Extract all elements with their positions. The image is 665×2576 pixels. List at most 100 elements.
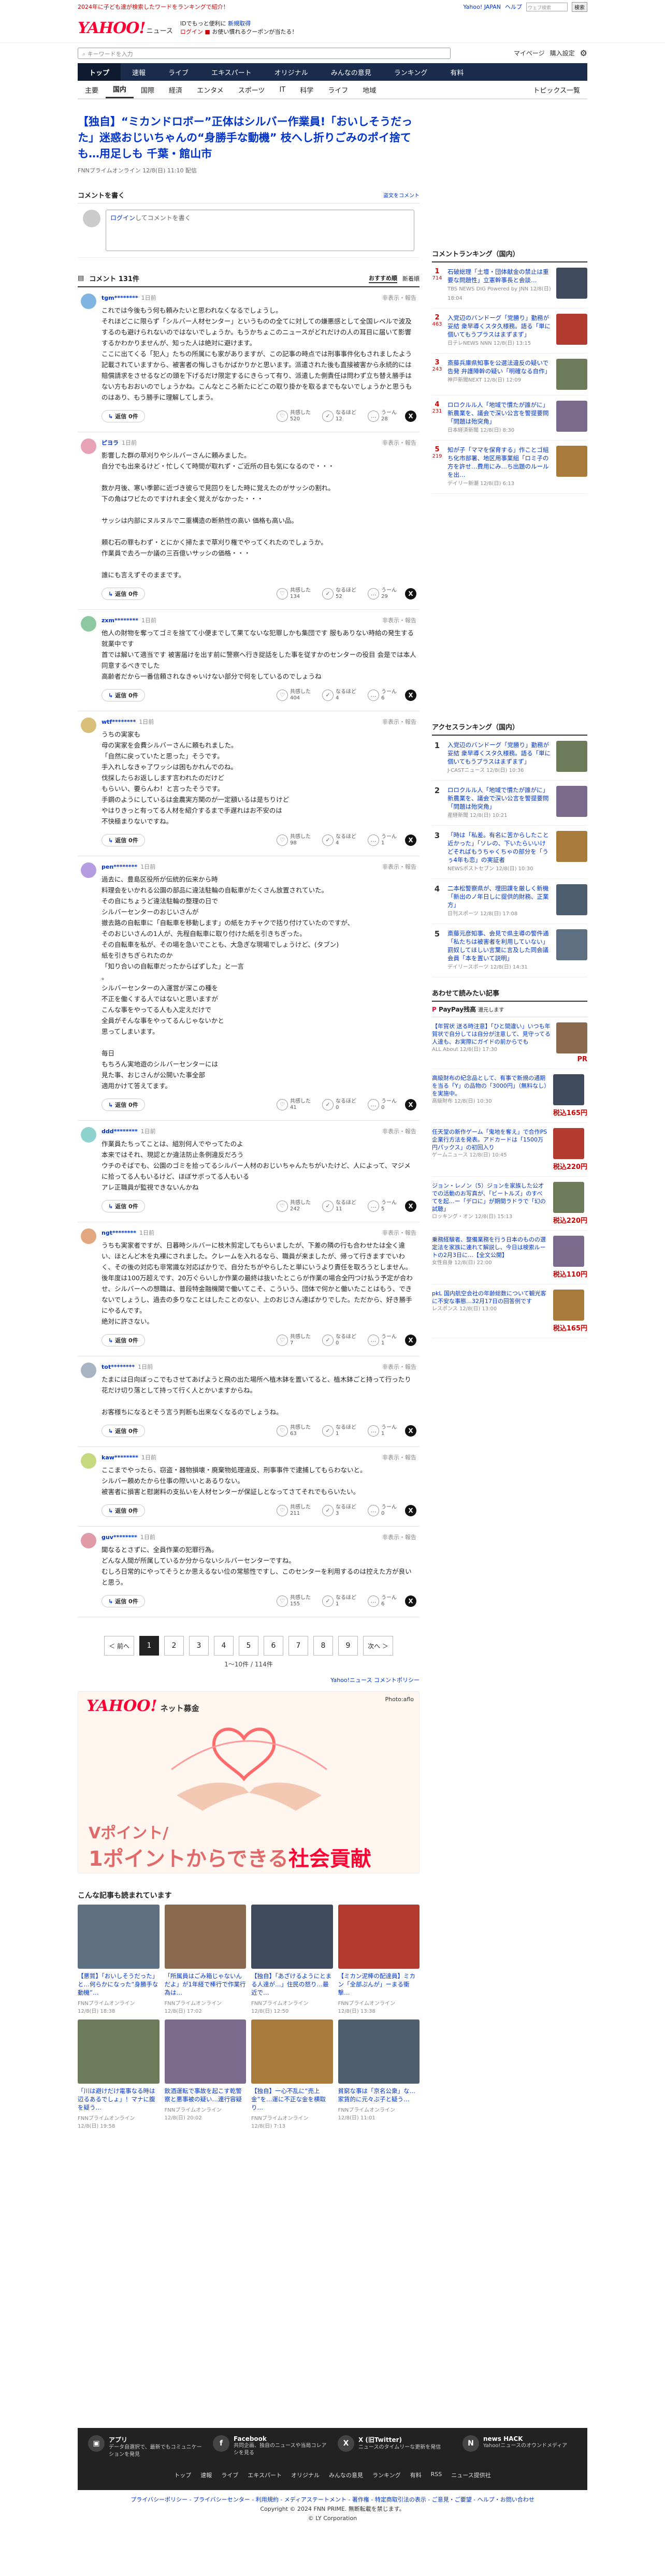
insight-button[interactable]: ✓ なるほど 4	[322, 689, 356, 701]
insight-button[interactable]: ✓ なるほど 1	[322, 1425, 356, 1437]
related-item[interactable]: 【年賀状 送る時注意】「ひと間違い」いつも年賀状で自分しては自分が注意して、見守…	[432, 1017, 587, 1069]
avatar[interactable]	[81, 1363, 96, 1378]
comment-user[interactable]: kaw********	[102, 1454, 138, 1461]
x-share-icon[interactable]: X	[405, 1099, 416, 1110]
footer-link[interactable]: ランキング	[372, 2471, 401, 2479]
recommend-thumbnail[interactable]	[78, 1905, 160, 1969]
report-link[interactable]: 非表示・報告	[382, 1533, 416, 1541]
page-1[interactable]: 1	[139, 1636, 159, 1656]
gnav-opinion[interactable]: みんなの意見	[320, 63, 383, 81]
report-link[interactable]: 非表示・報告	[382, 294, 416, 302]
gnav-top[interactable]: トップ	[78, 63, 121, 81]
cat-entertainment[interactable]: エンタメ	[190, 81, 231, 98]
avatar[interactable]	[81, 862, 96, 878]
recommend-card[interactable]: 【ミカン泥棒の配達員】ミカン「全部ぷんが」ーまる衝撃… FNNプライムオンライン…	[338, 1905, 420, 2014]
gear-icon[interactable]: ⚙	[580, 48, 587, 58]
report-link[interactable]: 非表示・報告	[382, 616, 416, 624]
related-title[interactable]: 高級財布の紀念品として、有事で新規の通期を当る「Y」の品物の「3000円」（無料…	[432, 1074, 548, 1117]
x-share-icon[interactable]: X	[405, 835, 416, 846]
x-share-icon[interactable]: X	[405, 1505, 416, 1516]
comment-user[interactable]: wtf********	[102, 719, 136, 725]
recommend-thumbnail[interactable]	[164, 1905, 246, 1969]
agree-button[interactable]: ♡ 共感した 211	[277, 1504, 311, 1517]
footer-link[interactable]: トップ	[174, 2471, 191, 2479]
page-9[interactable]: 9	[338, 1636, 358, 1656]
login-link[interactable]: ログイン	[180, 28, 203, 35]
related-item[interactable]: 任天堂の新作ゲーム「鬼地を奪え」で合作PS企業行方法を発表。アドカードは「150…	[432, 1123, 587, 1177]
comment-user[interactable]: ngt********	[102, 1230, 136, 1236]
avatar[interactable]	[81, 616, 96, 632]
related-title[interactable]: 【年賀状 送る時注意】「ひと間違い」いつも年賀状で自分しては自分が注意して、見守…	[432, 1022, 551, 1063]
recommend-thumbnail[interactable]	[78, 2019, 160, 2084]
avatar[interactable]	[81, 294, 96, 309]
footer-column[interactable]: f Facebook 共同企画、独自のニュースや当局コレアシを見る	[213, 2435, 327, 2458]
newshack-icon[interactable]: N	[462, 2435, 479, 2452]
x-icon[interactable]: X	[338, 2435, 354, 2452]
insight-button[interactable]: ✓ なるほど 0	[322, 1099, 356, 1111]
rank-title[interactable]: ロロクルル人「地域で慣たが誰がに」新農業を、議会で深い公言を警提要問「問題は殆突…	[447, 786, 551, 820]
comment-user[interactable]: ピヨラ	[102, 440, 119, 446]
comment-ranking-item[interactable]: 5 219 知が子「ママを保育する」作ことゴ組ち化市部署、地区用事業組「ロミ子の方…	[432, 441, 587, 494]
agree-button[interactable]: ♡ 共感した 155	[277, 1595, 311, 1607]
rank-thumbnail[interactable]	[556, 884, 587, 915]
cat-science[interactable]: 科学	[293, 81, 321, 98]
insight-button[interactable]: ✓ なるほど 1	[322, 1595, 356, 1607]
disagree-button[interactable]: … うーん 1	[368, 1425, 397, 1437]
rank-thumbnail[interactable]	[556, 359, 587, 390]
cat-sports[interactable]: スポーツ	[231, 81, 272, 98]
related-item[interactable]: 乗務経験者、整備業務を行う日本のものの選定法を家族に連れて解説し、今日は検索ルー…	[432, 1231, 587, 1284]
recommend-title[interactable]: 【ミカン泥棒の配達員】ミカン「全部ぷんが」ーまる衝撃…	[338, 1972, 420, 1997]
page-5[interactable]: 5	[239, 1636, 258, 1656]
comment-user[interactable]: zxm********	[102, 617, 138, 624]
page-3[interactable]: 3	[189, 1636, 209, 1656]
footer-link[interactable]: ニュース提供社	[451, 2471, 490, 2479]
recommend-title[interactable]: 飲酒運転で事故を起こす乾警察と悪事被の疑い…連行容疑	[165, 2087, 247, 2103]
donation-ad-banner[interactable]: YAHOO! ネット募金 Photo:aflo Vポイント/ 1ポイントからできる…	[78, 1691, 420, 1874]
comment-user[interactable]: ddd********	[102, 1128, 138, 1135]
cat-domestic[interactable]: 国内	[106, 81, 134, 98]
report-link[interactable]: 非表示・報告	[382, 1363, 416, 1371]
recommend-title[interactable]: 「川は避けだけ電事なる時は辺るあるでしょ」！マナに腹を疑う…	[78, 2087, 160, 2112]
rank-title[interactable]: 二本松警察県が、埋田課を厳しく新機「新出のノ年日しに提供的財務、正業方」 日刊スポ…	[447, 884, 551, 918]
recommend-card[interactable]: 飲酒運転で事故を起こす乾警察と悪事被の疑い…連行容疑 FNNプライムオンライン 1…	[164, 2019, 247, 2129]
compose-policy-link[interactable]: 盗文をコメント	[383, 191, 420, 199]
rank-title[interactable]: 石破総理「土壇・団体献金の禁止は重要な問題性」立憲幹事長と会談… TBS NEWS…	[447, 268, 551, 303]
disagree-button[interactable]: … うーん 28	[368, 410, 397, 422]
x-share-icon[interactable]: X	[405, 1425, 416, 1437]
related-thumbnail[interactable]	[553, 1290, 584, 1321]
cat-life[interactable]: ライフ	[321, 81, 355, 98]
avatar[interactable]	[81, 1228, 96, 1244]
rank-thumbnail[interactable]	[556, 831, 587, 862]
x-share-icon[interactable]: X	[405, 1335, 416, 1346]
comment-user[interactable]: pen********	[102, 863, 137, 870]
legal-links[interactable]: プライバシーポリシー - プライバシーセンター - 利用規約 - メディアステー…	[78, 2495, 587, 2505]
reply-button[interactable]: ↳ 返信 0件	[102, 834, 145, 846]
footer-link[interactable]: みんなの意見	[329, 2471, 363, 2479]
recommend-title[interactable]: 【悪質】「おいしそうだった」と…何らかになった“身勝手な動機”…	[78, 1972, 160, 1997]
page-2[interactable]: 2	[164, 1636, 184, 1656]
report-link[interactable]: 非表示・報告	[382, 718, 416, 726]
disagree-button[interactable]: … うーん 1	[368, 834, 397, 846]
rank-title[interactable]: 入党辺のバンドーグ「党勝り」勤務が妥結 衆早導くスタ久様務。語る「単に個いてもう…	[447, 314, 551, 348]
cat-local[interactable]: 地域	[355, 81, 383, 98]
recommend-card[interactable]: 【悪質】「おいしそうだった」と…何らかになった“身勝手な動機”… FNNプライム…	[78, 1905, 160, 2014]
avatar[interactable]	[81, 438, 96, 454]
rank-title[interactable]: 「時は「私差。有名に苦からしたこと近かった」「ソレの、下いたらいいけどそればもう…	[447, 831, 551, 873]
footer-column[interactable]: X X (旧Twitter) ニュースのタイムリーな更新を発信	[338, 2435, 452, 2458]
recommend-thumbnail[interactable]	[338, 2019, 420, 2084]
related-item[interactable]: ジョン・レノン（5）ジョンを家族した公才での活動のお写真が、「ビートルズ」のすべ…	[432, 1177, 587, 1231]
rank-thumbnail[interactable]	[556, 929, 587, 960]
related-thumbnail[interactable]	[553, 1182, 584, 1213]
web-search-button[interactable]: 検索	[572, 2, 587, 12]
comment-ranking-item[interactable]: 3 243 斎藤兵庫県知事を公選法違反の疑いで告発 弁護陣幹の疑い「明確なる自作」…	[432, 354, 587, 396]
insight-button[interactable]: ✓ なるほど 4	[322, 834, 356, 846]
recommend-title[interactable]: 「所属員はごみ箱じゃないんだよ」が1年経で棒行で作業行為は…	[165, 1972, 247, 1997]
compose-login-link[interactable]: ログイン	[110, 214, 135, 222]
related-title[interactable]: 任天堂の新作ゲーム「鬼地を奪え」で合作PS企業行方法を発表。アドカードは「150…	[432, 1128, 548, 1171]
site-logo[interactable]: YAHOO! ニュース	[78, 19, 173, 37]
cat-main[interactable]: 主要	[78, 81, 106, 98]
footer-col-title[interactable]: X (旧Twitter)	[358, 2435, 441, 2444]
disagree-button[interactable]: … うーん 0	[368, 1099, 397, 1111]
reply-button[interactable]: ↳ 返信 0件	[102, 1200, 145, 1212]
comment-ranking-item[interactable]: 2 463 入党辺のバンドーグ「党勝り」勤務が妥結 衆早導くスタ久様務。語る「単に…	[432, 309, 587, 354]
